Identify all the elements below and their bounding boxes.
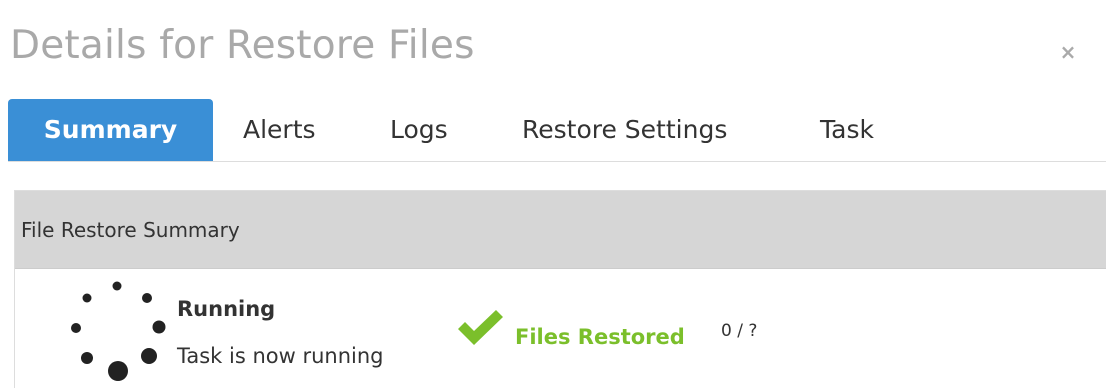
spinner-dot bbox=[81, 352, 93, 364]
spinner-dot bbox=[71, 323, 81, 333]
panel-heading: File Restore Summary bbox=[15, 191, 1106, 269]
files-restored-label: Files Restored bbox=[515, 325, 685, 349]
file-restore-summary-panel: File Restore Summary Running Task is now… bbox=[14, 190, 1106, 388]
status-title: Running bbox=[177, 297, 276, 321]
spinner-dot bbox=[108, 361, 128, 381]
tab-restore-settings[interactable]: Restore Settings bbox=[522, 99, 727, 161]
status-message: Task is now running bbox=[177, 344, 384, 368]
spinner-dot bbox=[142, 293, 152, 303]
spinner-dot bbox=[82, 293, 92, 303]
spinner-dot bbox=[112, 281, 122, 291]
checkmark-icon bbox=[458, 310, 503, 345]
spinner-dot bbox=[141, 348, 157, 364]
tab-task[interactable]: Task bbox=[820, 99, 874, 161]
close-button[interactable]: × bbox=[1052, 34, 1084, 70]
dialog-title: Details for Restore Files bbox=[10, 23, 475, 68]
tab-summary[interactable]: Summary bbox=[8, 99, 213, 161]
files-restored-count: 0 / ? bbox=[721, 321, 758, 341]
tab-alerts[interactable]: Alerts bbox=[243, 99, 316, 161]
spinner-icon bbox=[71, 281, 166, 381]
spinner-dot bbox=[152, 320, 166, 334]
panel-heading-title: File Restore Summary bbox=[21, 218, 240, 242]
tab-bar: Summary Alerts Logs Restore Settings Tas… bbox=[8, 99, 1106, 162]
tab-logs[interactable]: Logs bbox=[390, 99, 448, 161]
